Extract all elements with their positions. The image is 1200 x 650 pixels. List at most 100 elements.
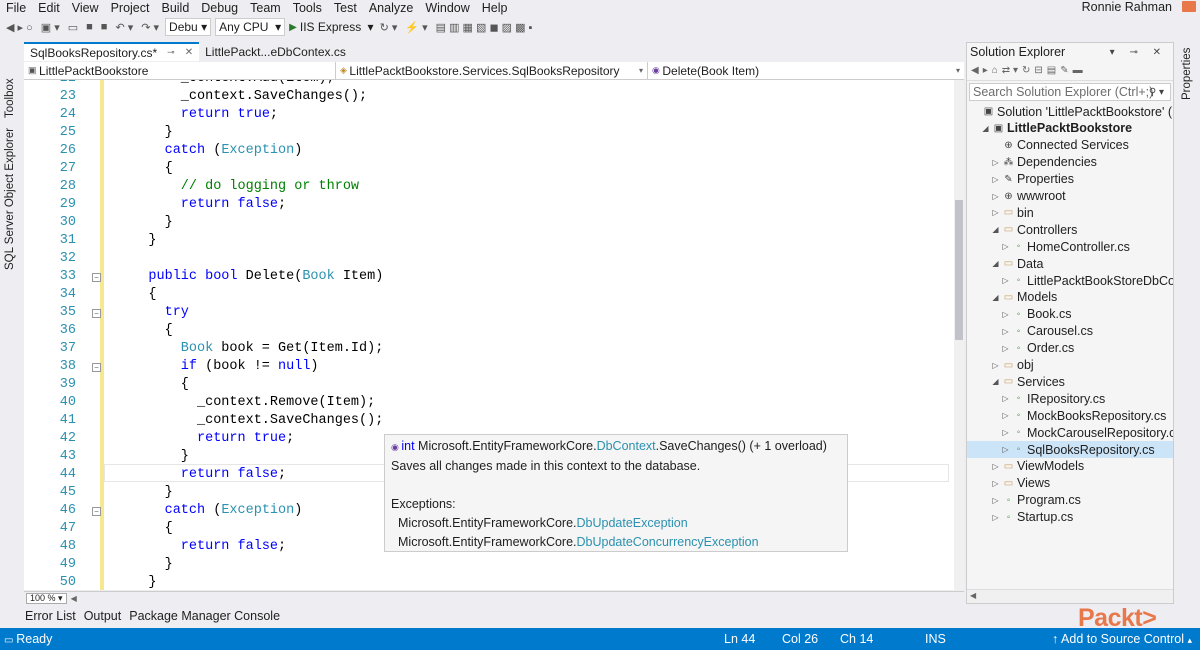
save-icon[interactable]: ■ bbox=[84, 21, 95, 33]
configuration-select[interactable]: Debu ▾ bbox=[165, 18, 212, 36]
menu-build[interactable]: Build bbox=[155, 1, 195, 15]
expand-toggle-icon[interactable]: ◢ bbox=[991, 225, 1000, 234]
expand-toggle-icon[interactable]: ▷ bbox=[991, 361, 1000, 370]
scroll-left-icon[interactable]: ◀ bbox=[970, 591, 976, 600]
user-name[interactable]: Ronnie Rahman bbox=[1082, 0, 1172, 14]
code-line[interactable]: return false; bbox=[181, 196, 286, 214]
show-all-files-icon[interactable]: ▤ bbox=[1047, 65, 1056, 76]
sync-icon[interactable]: ⇄ ▾ bbox=[1002, 65, 1018, 76]
code-line[interactable]: { bbox=[165, 520, 173, 538]
menu-analyze[interactable]: Analyze bbox=[363, 1, 419, 15]
tree-item[interactable]: ▷ ▭ obj bbox=[991, 357, 1033, 374]
new-project-icon[interactable]: ▣ ▾ bbox=[39, 21, 62, 34]
expand-toggle-icon[interactable]: ▷ bbox=[991, 175, 1000, 184]
code-line[interactable]: } bbox=[165, 484, 173, 502]
tree-item[interactable]: ▷ ◦ Order.cs bbox=[1001, 340, 1074, 357]
tree-item[interactable]: ▷ ▭ Views bbox=[991, 475, 1050, 492]
user-avatar-icon[interactable] bbox=[1182, 1, 1196, 12]
code-line[interactable]: } bbox=[148, 232, 156, 250]
expand-toggle-icon[interactable]: ▷ bbox=[991, 208, 1000, 217]
expand-toggle-icon[interactable]: ▷ bbox=[991, 158, 1000, 167]
collapse-icon[interactable]: − bbox=[92, 363, 101, 372]
pin-icon[interactable]: ⊸ bbox=[167, 47, 175, 58]
menu-file[interactable]: File bbox=[0, 1, 32, 15]
tree-item[interactable]: ◢ ▭ Services bbox=[991, 373, 1065, 390]
expand-toggle-icon[interactable]: ▷ bbox=[1001, 394, 1010, 403]
panel-window-controls[interactable]: ▾ ⊸ ✕ bbox=[1110, 47, 1167, 58]
code-line[interactable]: Book book = Get(Item.Id); bbox=[181, 340, 384, 358]
code-line[interactable]: catch (Exception) bbox=[165, 142, 303, 160]
code-line[interactable]: // do logging or throw bbox=[181, 178, 359, 196]
tab-output[interactable]: Output bbox=[83, 609, 123, 623]
refresh-icon[interactable]: ↻ bbox=[1022, 65, 1030, 76]
expand-toggle-icon[interactable]: ▷ bbox=[1001, 276, 1010, 285]
tree-item[interactable]: ▷ ◦ MockCarouselRepository.cs bbox=[1001, 424, 1173, 441]
expand-toggle-icon[interactable]: ◢ bbox=[991, 293, 1000, 302]
code-line[interactable]: return true; bbox=[197, 430, 294, 448]
tree-item[interactable]: ◢ ▭ Controllers bbox=[991, 221, 1077, 238]
code-line[interactable]: _context.SaveChanges(); bbox=[181, 88, 367, 106]
close-icon[interactable]: ✕ bbox=[185, 47, 193, 58]
tree-item[interactable]: ◢ ▣ LittlePacktBookstore bbox=[981, 120, 1132, 137]
tree-item[interactable]: ▷ ◦ Book.cs bbox=[1001, 306, 1071, 323]
expand-toggle-icon[interactable]: ▷ bbox=[1001, 428, 1010, 437]
code-line[interactable]: return false; bbox=[181, 538, 286, 556]
menu-tools[interactable]: Tools bbox=[287, 1, 328, 15]
scroll-left-icon[interactable]: ◀ bbox=[71, 594, 77, 603]
home-icon[interactable]: ⌂ bbox=[992, 65, 998, 76]
refresh-icon[interactable]: ↻ ▾ bbox=[378, 21, 400, 34]
code-line[interactable]: } bbox=[148, 574, 156, 590]
tab-dbcontext[interactable]: LittlePackt...eDbContex.cs bbox=[199, 42, 352, 61]
expand-toggle-icon[interactable]: ◢ bbox=[991, 377, 1000, 386]
menu-help[interactable]: Help bbox=[476, 1, 514, 15]
tab-error-list[interactable]: Error List bbox=[24, 609, 77, 623]
tree-item[interactable]: ▷ ◦ SqlBooksRepository.cs bbox=[967, 441, 1173, 458]
tree-item[interactable]: ▷ ◦ HomeController.cs bbox=[1001, 238, 1129, 255]
properties-tab[interactable]: Properties bbox=[1181, 48, 1193, 100]
tree-item[interactable]: ▷ ⁂ Dependencies bbox=[991, 154, 1097, 171]
menu-team[interactable]: Team bbox=[244, 1, 287, 15]
source-control-button[interactable]: ↑ Add to Source Control ▴ bbox=[1052, 632, 1192, 646]
menu-debug[interactable]: Debug bbox=[195, 1, 244, 15]
redo-icon[interactable]: ↷ ▾ bbox=[139, 21, 161, 34]
tree-item[interactable]: ▷ ✎ Properties bbox=[991, 171, 1074, 188]
collapse-icon[interactable]: − bbox=[92, 309, 101, 318]
forward-icon[interactable]: ▸ bbox=[983, 65, 988, 76]
tree-item[interactable]: ▷ ◦ Startup.cs bbox=[991, 509, 1073, 526]
code-line[interactable]: if (book != null) bbox=[181, 358, 319, 376]
platform-select[interactable]: Any CPU ▾ bbox=[215, 18, 286, 36]
collapse-icon[interactable]: − bbox=[92, 273, 101, 282]
code-line[interactable]: catch (Exception) bbox=[165, 502, 303, 520]
code-line[interactable]: { bbox=[165, 160, 173, 178]
tree-item[interactable]: ▷ ◦ MockBooksRepository.cs bbox=[1001, 407, 1166, 424]
expand-toggle-icon[interactable]: ▷ bbox=[991, 192, 1000, 201]
zoom-dropdown[interactable]: 100 % ▾ bbox=[26, 593, 67, 604]
save-all-icon[interactable]: ■ bbox=[99, 21, 110, 33]
code-line[interactable]: _context.Add(item); bbox=[181, 80, 335, 88]
sql-server-explorer-tab[interactable]: SQL Server Object Explorer bbox=[4, 128, 16, 270]
code-line[interactable]: { bbox=[148, 286, 156, 304]
code-line[interactable]: return false; bbox=[181, 466, 286, 484]
properties-icon[interactable]: ✎ bbox=[1060, 65, 1068, 76]
solution-search-input[interactable]: Search Solution Explorer (Ctrl+;) ⚲ ▾ bbox=[969, 83, 1171, 101]
vertical-scrollbar[interactable] bbox=[954, 80, 964, 590]
menu-window[interactable]: Window bbox=[419, 1, 475, 15]
search-icon[interactable]: ⚲ ▾ bbox=[1149, 87, 1164, 98]
tree-item[interactable]: ▷ ◦ Carousel.cs bbox=[1001, 323, 1093, 340]
tree-item[interactable]: ▷ ◦ LittlePacktBookStoreDbConte bbox=[1001, 272, 1173, 289]
tree-item[interactable]: ▷ ◦ Program.cs bbox=[991, 492, 1080, 509]
toolbox-tab[interactable]: Toolbox bbox=[4, 78, 16, 118]
expand-toggle-icon[interactable]: ▷ bbox=[1001, 411, 1010, 420]
code-line[interactable]: _context.Remove(Item); bbox=[197, 394, 375, 412]
open-icon[interactable]: ▭ bbox=[66, 21, 80, 34]
code-line[interactable]: } bbox=[165, 214, 173, 232]
expand-toggle-icon[interactable]: ◢ bbox=[981, 124, 990, 133]
collapse-all-icon[interactable]: ⊟ bbox=[1034, 65, 1042, 76]
undo-icon[interactable]: ↶ ▾ bbox=[113, 21, 135, 34]
code-line[interactable]: public bool Delete(Book Item) bbox=[148, 268, 383, 286]
expand-toggle-icon[interactable]: ▷ bbox=[1001, 242, 1010, 251]
class-dropdown[interactable]: ◈ LittlePacktBookstore.Services.SqlBooks… bbox=[336, 61, 648, 80]
menu-test[interactable]: Test bbox=[328, 1, 363, 15]
tree-item[interactable]: ▷ ◦ IRepository.cs bbox=[1001, 390, 1105, 407]
collapse-icon[interactable]: − bbox=[92, 507, 101, 516]
